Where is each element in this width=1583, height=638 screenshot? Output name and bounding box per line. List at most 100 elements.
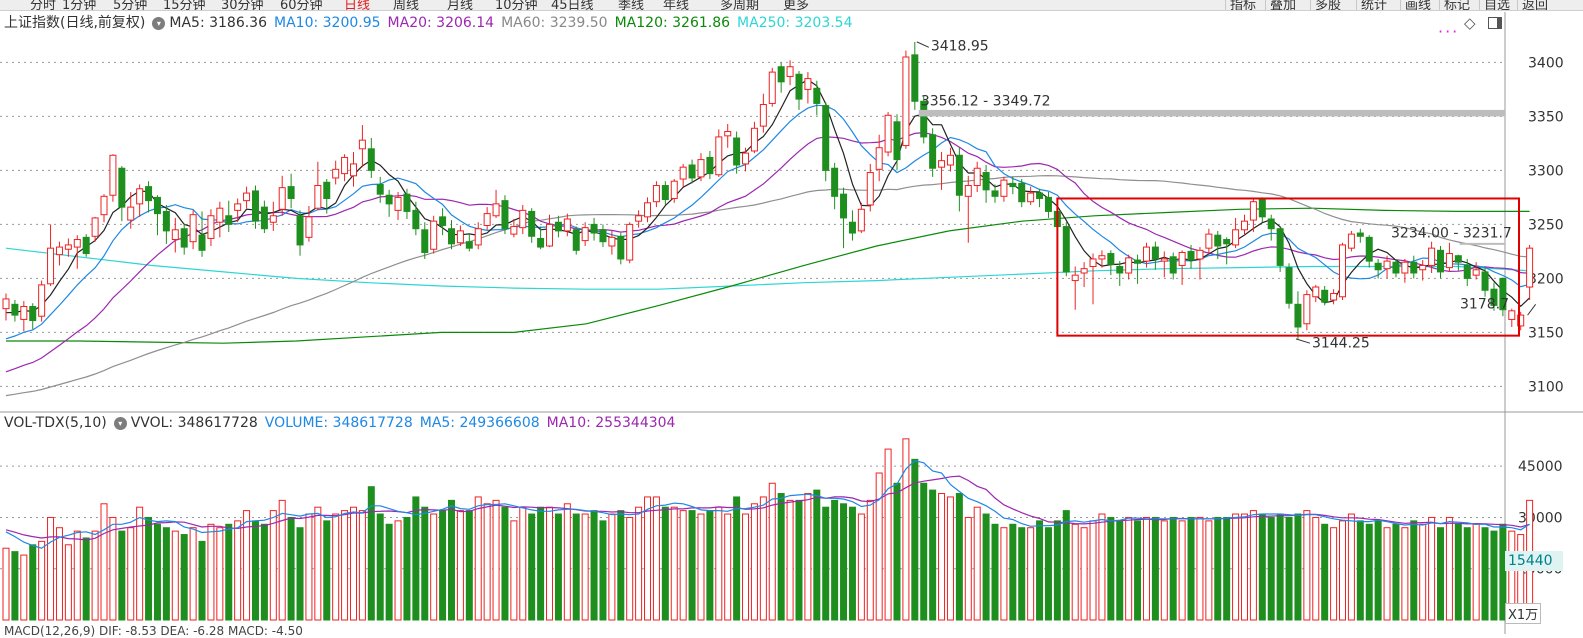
volume-bar — [1080, 527, 1088, 621]
volume-bar — [385, 523, 393, 621]
volume-bar — [831, 499, 839, 621]
volume-bar — [1116, 520, 1124, 621]
candle-body — [572, 229, 580, 251]
candle-body — [483, 213, 491, 226]
candle-body — [376, 183, 384, 195]
volume-bar — [474, 496, 482, 621]
volume-bar — [1249, 510, 1257, 621]
candle-body — [100, 195, 108, 216]
candle-body — [973, 167, 981, 187]
volume-bar — [2, 547, 10, 621]
volume-bar — [1419, 523, 1427, 621]
panel-toggle-icon[interactable] — [1488, 17, 1502, 29]
ma10-line — [5, 104, 1530, 340]
volume-bar — [973, 506, 981, 621]
volume-bar — [644, 496, 652, 621]
legend-item: VOLUME: 348617728 — [264, 415, 413, 431]
candle-body — [73, 239, 81, 248]
volume-settings-icon[interactable]: ▾ — [113, 417, 127, 430]
volume-bar — [216, 527, 224, 621]
candle-body — [474, 228, 482, 246]
volume-bar — [251, 520, 259, 621]
volume-bar — [1107, 516, 1115, 621]
candle-body — [1178, 251, 1186, 266]
volume-bar — [768, 482, 776, 621]
more-dots-icon[interactable]: ··· — [1438, 22, 1459, 41]
volume-bar — [1437, 527, 1445, 621]
candle-body — [537, 237, 545, 248]
volume-bar — [920, 482, 928, 621]
candle-body — [697, 159, 705, 178]
candle-body — [127, 206, 135, 221]
candle-body — [430, 220, 438, 250]
volume-bar — [207, 523, 215, 621]
candle-body — [91, 217, 99, 237]
volume-bar — [742, 513, 750, 621]
volume-bar — [1347, 513, 1355, 621]
candle-body — [822, 105, 830, 171]
candle-body — [1160, 258, 1168, 262]
volume-bar — [1214, 516, 1222, 621]
candle-body — [1187, 250, 1195, 261]
volume-bar — [724, 513, 732, 621]
volume-bar — [804, 493, 812, 621]
volume-bar — [38, 540, 46, 621]
volume-bar — [1294, 513, 1302, 621]
volume-bar — [813, 489, 821, 621]
volume-bar — [1490, 530, 1498, 621]
volume-bar — [1018, 527, 1026, 621]
volume-bar — [100, 503, 108, 621]
candle-body — [305, 216, 313, 238]
volume-bar — [349, 506, 357, 621]
candle-body — [626, 223, 634, 261]
diamond-icon[interactable]: ◇ — [1464, 14, 1476, 32]
candle-body — [55, 246, 63, 256]
candle-body — [1134, 259, 1142, 264]
volume-bar — [510, 520, 518, 621]
volume-bar — [1285, 516, 1293, 621]
volume-bar — [938, 493, 946, 621]
volume-bar — [403, 516, 411, 621]
volume-bar — [323, 520, 331, 621]
candle-body — [243, 192, 251, 202]
price-settings-icon[interactable]: ▾ — [152, 17, 166, 30]
volume-bar — [1125, 516, 1133, 621]
candle-body — [964, 185, 972, 197]
volume-bar — [902, 438, 910, 621]
price-tick-label: 3300 — [1528, 163, 1564, 179]
candle-body — [1526, 247, 1534, 288]
volume-bar — [501, 506, 509, 621]
candle-body — [278, 187, 286, 210]
candle-body — [234, 203, 242, 211]
candle-body — [1223, 239, 1231, 245]
candle-body — [1169, 256, 1177, 274]
candle-body — [296, 215, 304, 246]
volume-bar — [1098, 513, 1106, 621]
candle-body — [38, 284, 46, 317]
candle-body — [608, 236, 616, 247]
candle-body — [1240, 220, 1248, 231]
volume-bar — [572, 513, 580, 621]
volume-bar — [1410, 520, 1418, 621]
last-label: 3178.7 — [1460, 297, 1509, 313]
candle-body — [501, 200, 509, 230]
candle-body — [635, 215, 643, 222]
candle-body — [991, 190, 999, 197]
volume-bar — [1196, 516, 1204, 621]
candle-body — [260, 206, 268, 230]
candle-body — [1374, 262, 1382, 271]
legend-item: MA5: 249366608 — [419, 415, 540, 431]
volume-bar — [421, 506, 429, 621]
candle-body — [251, 190, 259, 222]
volume-bar — [332, 513, 340, 621]
ma250-line — [5, 247, 1530, 290]
volume-bar — [278, 499, 286, 621]
candle-body — [982, 172, 990, 191]
candle-body — [848, 221, 856, 234]
candle-body — [118, 167, 126, 208]
candle-body — [439, 216, 447, 226]
candle-body — [670, 180, 678, 199]
candle-body — [1321, 289, 1329, 303]
volume-bar — [884, 448, 892, 621]
volume-bar — [537, 506, 545, 621]
